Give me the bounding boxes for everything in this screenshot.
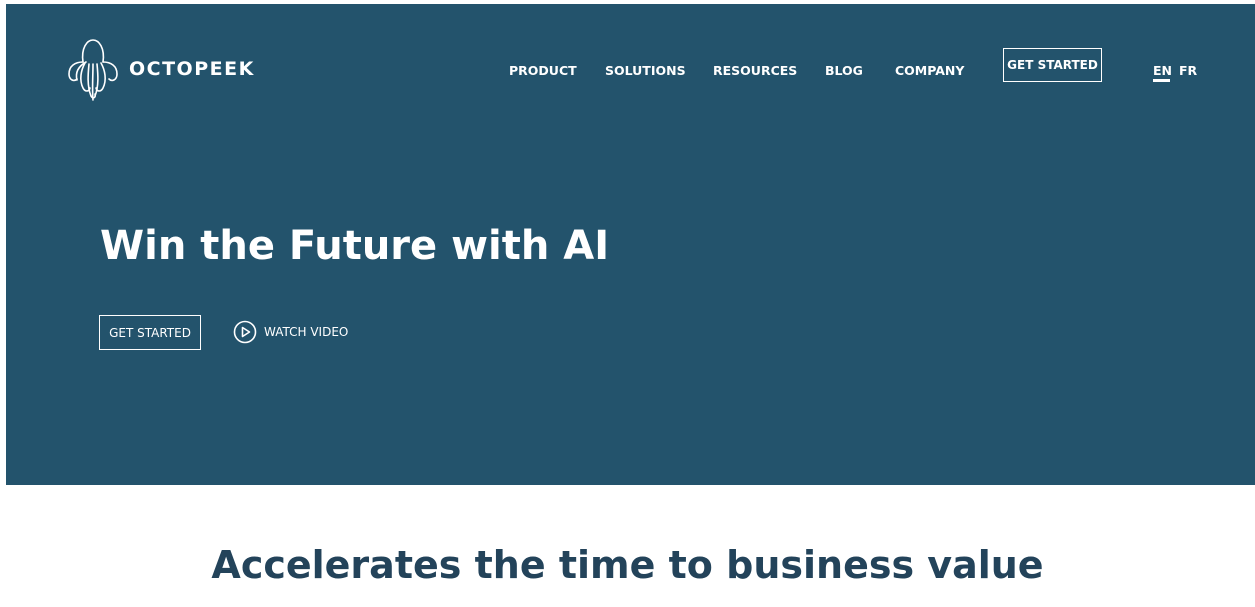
nav-item-blog[interactable]: BLOG [825, 59, 863, 83]
hero-title: Win the Future with AI [100, 223, 610, 269]
play-circle-icon [233, 320, 264, 344]
hero-section: OCTOPEEK PRODUCT SOLUTIONS RESOURCES BLO… [6, 4, 1255, 485]
nav-item-product[interactable]: PRODUCT [509, 59, 577, 83]
brand-name: OCTOPEEK [129, 58, 255, 80]
nav-item-resources[interactable]: RESOURCES [713, 59, 797, 83]
section-title: Accelerates the time to business value [211, 543, 1044, 587]
nav-item-company[interactable]: COMPANY [895, 59, 964, 83]
watch-video-label: WATCH VIDEO [264, 325, 349, 339]
active-language-indicator [1153, 79, 1170, 82]
nav-item-solutions[interactable]: SOLUTIONS [605, 59, 686, 83]
brand-logo-link[interactable]: OCTOPEEK [63, 36, 255, 102]
language-fr[interactable]: FR [1179, 59, 1197, 83]
hero-get-started-button[interactable]: GET STARTED [99, 315, 201, 350]
octopus-icon [63, 36, 123, 102]
nav-get-started-button[interactable]: GET STARTED [1003, 48, 1102, 82]
watch-video-button[interactable]: WATCH VIDEO [233, 319, 348, 345]
